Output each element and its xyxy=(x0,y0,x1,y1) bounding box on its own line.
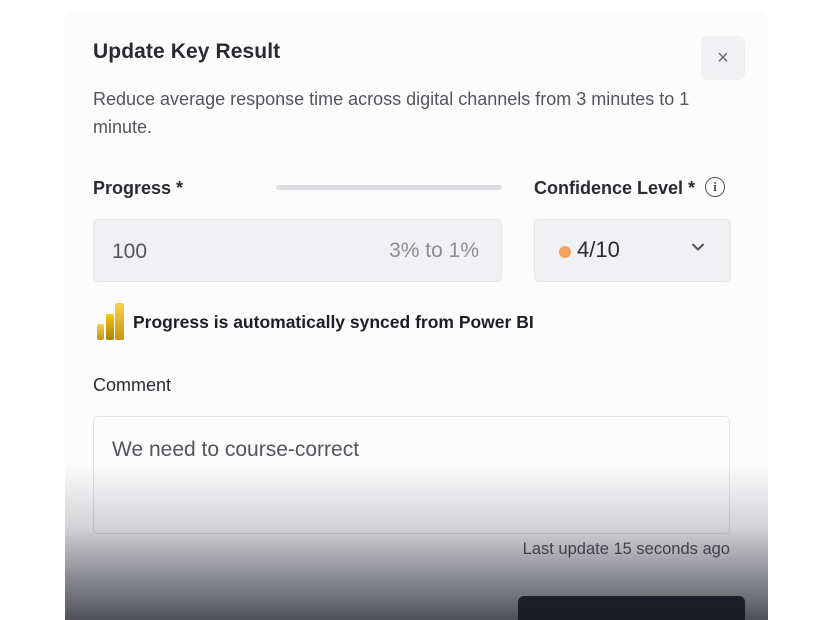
progress-value: 100 xyxy=(112,240,148,263)
progress-input[interactable]: 100 3% to 1% xyxy=(93,219,502,282)
close-icon: × xyxy=(717,46,729,69)
submit-button[interactable] xyxy=(518,596,745,620)
key-result-description: Reduce average response time across digi… xyxy=(93,89,690,137)
progress-bar xyxy=(276,185,502,190)
comment-textarea[interactable]: We need to course-correct xyxy=(93,416,730,534)
confidence-dot-icon xyxy=(559,246,571,258)
power-bi-sync-notice: Progress is automatically synced from Po… xyxy=(133,312,534,332)
last-update-timestamp: Last update 15 seconds ago xyxy=(522,540,730,558)
progress-range-hint: 3% to 1% xyxy=(389,239,479,262)
power-bi-icon xyxy=(97,303,124,340)
confidence-select[interactable]: 4/10 xyxy=(534,219,731,282)
chevron-down-icon xyxy=(692,243,704,251)
comment-label: Comment xyxy=(93,375,172,395)
comment-value: We need to course-correct xyxy=(112,438,360,461)
close-button[interactable]: × xyxy=(701,36,745,80)
update-key-result-dialog: Update Key Result × Reduce average respo… xyxy=(65,10,768,620)
progress-label: Progress * xyxy=(93,178,184,198)
confidence-label: Confidence Level * xyxy=(534,178,696,198)
dialog-title: Update Key Result xyxy=(93,40,281,63)
confidence-value: 4/10 xyxy=(577,237,620,262)
info-icon[interactable]: i xyxy=(705,177,725,197)
